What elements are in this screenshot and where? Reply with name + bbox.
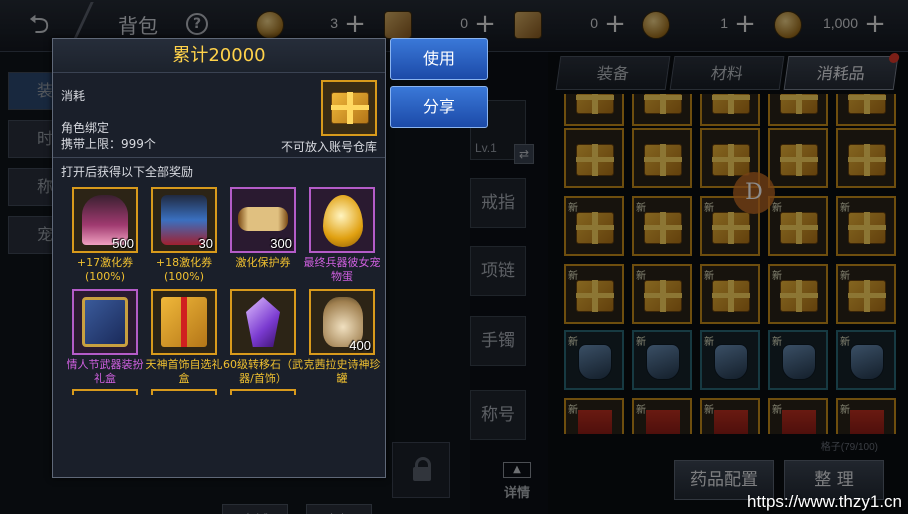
rewards-title: 打开后获得以下全部奖励: [61, 165, 194, 179]
share-button[interactable]: 分享: [390, 86, 488, 128]
reward-frame: 400: [309, 289, 375, 355]
reward-name: 情人节武器装扮礼盒: [66, 358, 144, 385]
reward-frame-partial: [230, 389, 296, 395]
reward-name: 最终兵器彼女宠物蛋: [303, 256, 381, 283]
reward-item[interactable]: 500 +17激化券(100%): [65, 187, 145, 284]
weapon-chest-icon: [82, 297, 128, 347]
reward-item[interactable]: 300 激化保护券: [223, 187, 303, 270]
reward-item[interactable]: 最终兵器彼女宠物蛋: [302, 187, 382, 284]
reward-frame: [230, 289, 296, 355]
item-detail-popup: 累计20000 消耗 角色绑定 携带上限：999个 不可放入账号仓库 打开后获得…: [52, 38, 386, 478]
reward-frame: 500: [72, 187, 138, 253]
reward-name: +18激化券(100%): [155, 256, 213, 283]
reward-frame: 30: [151, 187, 217, 253]
reward-name: 激化保护券: [235, 256, 291, 269]
item-bind: 角色绑定: [61, 121, 110, 135]
reward-frame: [151, 289, 217, 355]
reward-name: 克茜拉史诗神珍罐: [303, 358, 381, 385]
watermark: https://www.thzy1.cn: [747, 492, 902, 511]
item-stack-limit: 携带上限：999个: [61, 137, 156, 151]
reward-frame: 300: [230, 187, 296, 253]
scroll-icon: [238, 207, 288, 231]
reward-item[interactable]: 400 克茜拉史诗神珍罐: [302, 289, 382, 386]
item-icon: [321, 80, 377, 136]
use-button[interactable]: 使用: [390, 38, 488, 80]
reward-count: 500: [112, 236, 134, 251]
item-type: 消耗: [61, 89, 86, 103]
reward-frame: [72, 289, 138, 355]
reward-frame-partial: [72, 389, 138, 395]
item-title: 累计20000: [53, 39, 385, 73]
reward-name: +17激化券(100%): [76, 256, 134, 283]
reward-item[interactable]: 天神首饰自选礼盒: [144, 289, 224, 386]
reward-item[interactable]: 30 +18激化券(100%): [144, 187, 224, 284]
reward-name: 60级转移石（武器/首饰）: [223, 358, 303, 385]
reward-name: 天神首饰自选礼盒: [145, 358, 223, 385]
gift-box-icon: [331, 92, 369, 124]
reward-item[interactable]: 60级转移石（武器/首饰）: [223, 289, 303, 386]
reward-item[interactable]: 情人节武器装扮礼盒: [65, 289, 145, 386]
pet-egg-icon: [323, 195, 363, 247]
gift-box-icon: [161, 297, 207, 347]
divider: [53, 157, 385, 158]
reward-count: 300: [270, 236, 292, 251]
storage-note: 不可放入账号仓库: [280, 140, 377, 154]
reward-frame: [309, 187, 375, 253]
reward-count: 400: [349, 338, 371, 353]
reward-count: 30: [198, 236, 213, 251]
crystal-icon: [246, 297, 280, 347]
reward-frame-partial: [151, 389, 217, 395]
